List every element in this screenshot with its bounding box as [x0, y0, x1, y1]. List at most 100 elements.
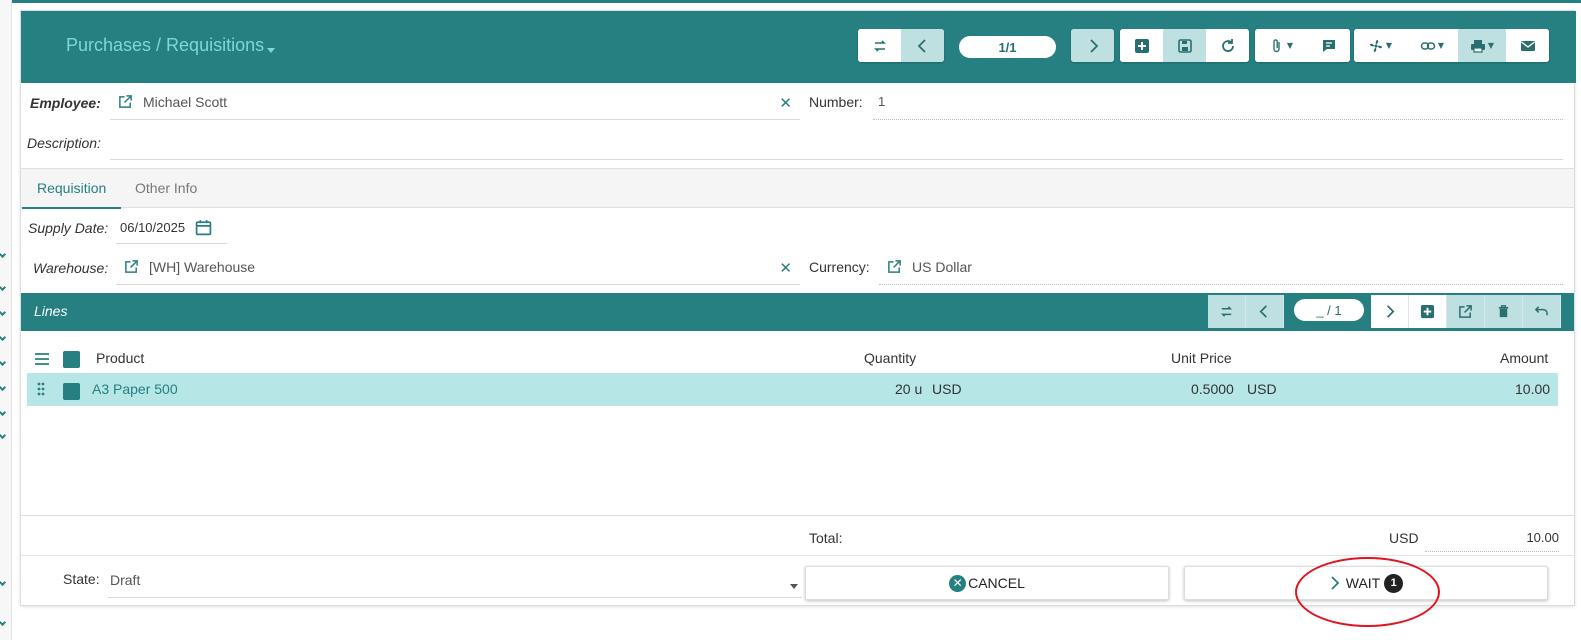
- state-value: Draft: [110, 571, 141, 588]
- employee-value: Michael Scott: [143, 93, 228, 110]
- form-header: Purchases / Requisitions 1/1 ▼ ▼ ▼ ▼: [21, 11, 1576, 83]
- fan-icon: [1369, 39, 1382, 52]
- caret-down-icon: ▼: [1286, 41, 1294, 50]
- table-row[interactable]: A3 Paper 500 20 u USD 0.5000 USD 10.00: [27, 373, 1558, 406]
- currency-label: Currency:: [809, 259, 870, 275]
- record-pager[interactable]: 1/1: [959, 36, 1056, 58]
- currency-value: US Dollar: [912, 258, 972, 275]
- gutter-chevron-icon: [0, 431, 7, 440]
- row-checkbox[interactable]: [63, 383, 80, 400]
- action-menu-button[interactable]: ▼: [1354, 29, 1406, 62]
- lines-switch-view-button[interactable]: [1208, 295, 1246, 328]
- gutter-chevron-icon: [0, 578, 7, 587]
- chevron-right-icon: [1089, 38, 1098, 53]
- floppy-disk-icon: [1177, 38, 1192, 53]
- description-input[interactable]: [110, 124, 1563, 160]
- plus-square-icon: [1420, 304, 1435, 319]
- breadcrumb[interactable]: Purchases / Requisitions: [66, 35, 276, 56]
- lines-undo-button[interactable]: [1523, 295, 1561, 328]
- row-price-currency: USD: [1247, 381, 1277, 397]
- lines-add-button[interactable]: [1409, 295, 1447, 328]
- swap-arrows-icon: [1220, 306, 1233, 317]
- column-header-amount[interactable]: Amount: [1500, 350, 1548, 366]
- lines-actions-group: [1371, 295, 1561, 328]
- attachment-group: ▼: [1255, 29, 1350, 62]
- nav-next-group: [1071, 29, 1114, 62]
- switch-view-button[interactable]: [858, 29, 901, 62]
- column-header-quantity[interactable]: Quantity: [864, 350, 916, 366]
- row-quantity-currency: USD: [932, 381, 962, 397]
- requisition-form-panel: Purchases / Requisitions 1/1 ▼ ▼ ▼ ▼ Emp…: [20, 10, 1576, 627]
- caret-down-icon: [790, 584, 798, 589]
- external-link-icon[interactable]: [887, 259, 902, 274]
- column-header-unit-price[interactable]: Unit Price: [1171, 350, 1232, 366]
- state-label: State:: [63, 571, 100, 587]
- row-product-link[interactable]: A3 Paper 500: [92, 381, 178, 397]
- external-link-icon[interactable]: [118, 94, 133, 109]
- clear-icon[interactable]: ✕: [779, 259, 792, 277]
- new-record-button[interactable]: [1120, 29, 1163, 62]
- lines-pager[interactable]: _ / 1: [1294, 299, 1364, 321]
- record-actions-group: [1120, 29, 1249, 62]
- tab-other-info[interactable]: Other Info: [120, 169, 212, 209]
- cancel-button[interactable]: ✕ CANCEL: [805, 566, 1169, 600]
- currency-field[interactable]: US Dollar: [879, 249, 1563, 285]
- print-button[interactable]: ▼: [1458, 29, 1506, 62]
- menu-icon[interactable]: [34, 352, 50, 366]
- attachment-button[interactable]: ▼: [1255, 29, 1307, 62]
- supply-date-value: 06/10/2025: [120, 219, 186, 235]
- lines-nav-group: [1208, 295, 1284, 328]
- swap-arrows-icon: [873, 39, 886, 52]
- total-currency: USD: [1389, 530, 1419, 546]
- trash-icon: [1498, 305, 1509, 318]
- grid-header: Product Quantity Unit Price Amount: [21, 344, 1574, 374]
- tab-requisition[interactable]: Requisition: [22, 169, 122, 209]
- cancel-button-label: CANCEL: [968, 575, 1025, 591]
- warehouse-value: [WH] Warehouse: [149, 258, 256, 275]
- drag-handle-icon[interactable]: [37, 382, 45, 396]
- employee-label: Employee:: [30, 95, 101, 111]
- chat-button[interactable]: [1307, 29, 1350, 62]
- tools-group: ▼ ▼ ▼: [1354, 29, 1549, 62]
- printer-icon: [1470, 39, 1485, 53]
- cancel-circle-icon: ✕: [949, 574, 967, 592]
- warehouse-label: Warehouse:: [33, 260, 109, 276]
- supply-date-label: Supply Date:: [28, 220, 109, 236]
- top-accent-line: [0, 0, 1581, 3]
- breadcrumb-text: Purchases / Requisitions: [66, 35, 265, 55]
- gutter-chevron-icon: [0, 618, 7, 627]
- description-label: Description:: [27, 135, 101, 151]
- left-gutter: [0, 0, 12, 640]
- comment-icon: [1322, 39, 1335, 52]
- refresh-icon: [1221, 38, 1234, 52]
- clear-icon[interactable]: ✕: [779, 94, 792, 112]
- lines-next-button[interactable]: [1371, 295, 1409, 328]
- lines-previous-button[interactable]: [1246, 295, 1284, 328]
- reload-button[interactable]: [1206, 29, 1249, 62]
- external-link-icon[interactable]: [124, 259, 139, 274]
- column-header-product[interactable]: Product: [96, 350, 144, 366]
- row-unit-price: 0.5000: [1191, 381, 1234, 397]
- external-link-icon: [1459, 305, 1472, 318]
- total-label: Total:: [809, 530, 843, 546]
- caret-down-icon: [267, 48, 276, 53]
- supply-date-field[interactable]: 06/10/2025: [116, 211, 227, 244]
- email-button[interactable]: [1506, 29, 1549, 62]
- save-button[interactable]: [1163, 29, 1206, 62]
- total-value: 10.00: [1425, 522, 1559, 552]
- row-quantity: 20 u: [895, 381, 923, 397]
- previous-record-button[interactable]: [901, 29, 944, 62]
- lines-delete-button[interactable]: [1485, 295, 1523, 328]
- number-label: Number:: [809, 94, 863, 110]
- paperclip-icon: [1273, 38, 1280, 52]
- row-amount: 10.00: [1515, 381, 1551, 397]
- warehouse-field[interactable]: [WH] Warehouse ✕: [116, 249, 800, 285]
- lines-open-button[interactable]: [1447, 295, 1485, 328]
- next-record-button[interactable]: [1071, 29, 1114, 62]
- calendar-icon[interactable]: [195, 219, 212, 236]
- select-all-checkbox[interactable]: [63, 351, 80, 368]
- state-select[interactable]: Draft: [108, 562, 802, 598]
- number-field: 1: [873, 84, 1563, 120]
- employee-field[interactable]: Michael Scott ✕: [110, 84, 800, 120]
- relations-button[interactable]: ▼: [1406, 29, 1458, 62]
